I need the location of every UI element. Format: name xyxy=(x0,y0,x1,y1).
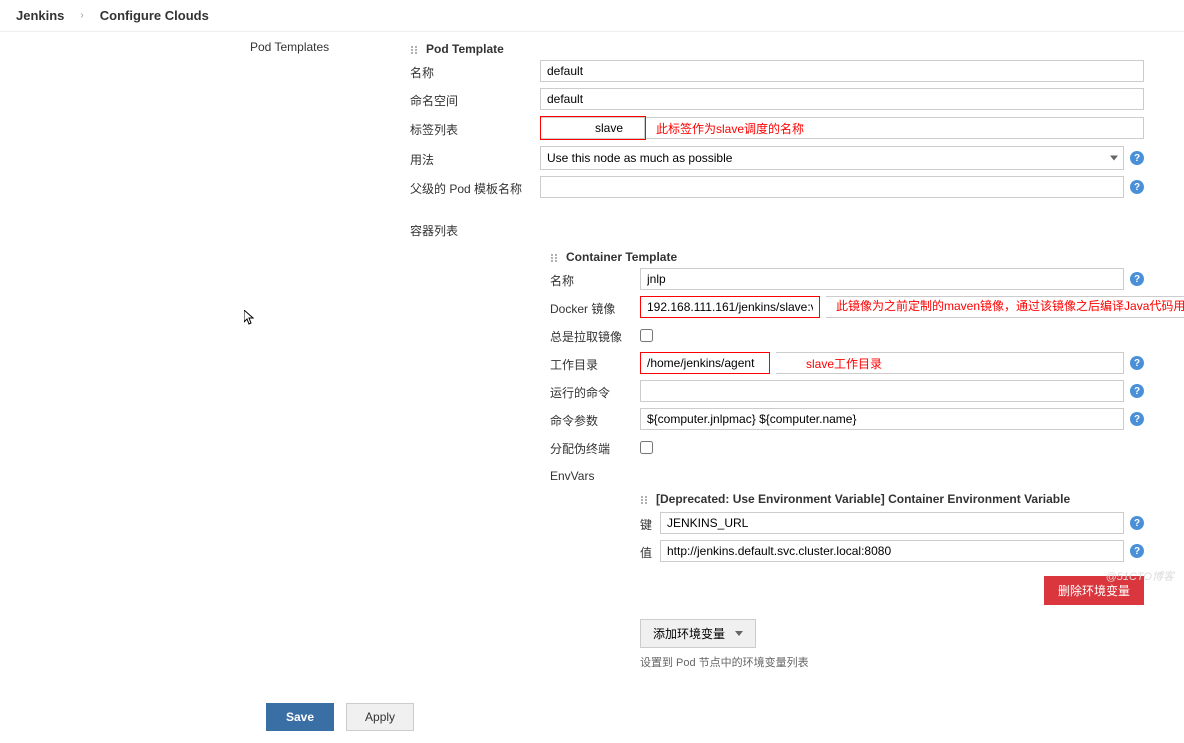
drag-icon[interactable] xyxy=(410,44,420,54)
help-icon[interactable]: ? xyxy=(1130,516,1144,530)
label-args: 命令参数 xyxy=(550,410,640,429)
envvar-key-input[interactable] xyxy=(660,512,1124,534)
help-icon[interactable]: ? xyxy=(1130,180,1144,194)
label-envvars: EnvVars xyxy=(550,467,640,483)
help-icon[interactable]: ? xyxy=(1130,544,1144,558)
cursor-icon xyxy=(244,310,256,329)
label-tty: 分配伪终端 xyxy=(550,438,640,457)
left-nav-pod-templates: Pod Templates xyxy=(250,40,329,54)
footer: Save Apply xyxy=(0,690,1184,743)
command-input[interactable] xyxy=(640,380,1124,402)
pod-name-input[interactable] xyxy=(540,60,1144,82)
breadcrumb-separator: › xyxy=(80,10,83,21)
help-icon[interactable]: ? xyxy=(1130,384,1144,398)
envvar-title: [Deprecated: Use Environment Variable] C… xyxy=(656,492,1070,506)
label-namespace: 命名空间 xyxy=(410,90,540,109)
always-pull-checkbox[interactable] xyxy=(640,329,653,342)
breadcrumb-configure-clouds[interactable]: Configure Clouds xyxy=(100,8,209,23)
help-icon[interactable]: ? xyxy=(1130,356,1144,370)
drag-icon[interactable] xyxy=(550,252,560,262)
envvar-header: [Deprecated: Use Environment Variable] C… xyxy=(640,492,1144,506)
breadcrumb-jenkins[interactable]: Jenkins xyxy=(16,8,64,23)
label-tags: 标签列表 xyxy=(410,119,540,138)
breadcrumb: Jenkins › Configure Clouds xyxy=(0,0,1184,32)
watermark: @51CTO博客 xyxy=(1106,568,1174,584)
args-input[interactable] xyxy=(640,408,1124,430)
help-icon[interactable]: ? xyxy=(1130,151,1144,165)
label-envvalue: 值 xyxy=(640,542,660,561)
pod-template-title: Pod Template xyxy=(426,42,504,56)
label-usage: 用法 xyxy=(410,149,540,168)
add-envvar-button[interactable]: 添加环境变量 xyxy=(640,619,756,648)
tags-highlight-box xyxy=(540,116,646,140)
help-icon[interactable]: ? xyxy=(1130,272,1144,286)
label-alwayspull: 总是拉取镜像 xyxy=(550,326,640,345)
label-name: 名称 xyxy=(410,62,540,81)
container-name-input[interactable] xyxy=(640,268,1124,290)
apply-button[interactable]: Apply xyxy=(346,703,414,731)
pod-parent-input[interactable] xyxy=(540,176,1124,198)
workdir-annotation: slave工作目录 xyxy=(806,355,882,372)
label-workdir: 工作目录 xyxy=(550,354,640,373)
save-button[interactable]: Save xyxy=(266,703,334,731)
help-icon[interactable]: ? xyxy=(1130,412,1144,426)
drag-icon[interactable] xyxy=(640,494,650,504)
label-docker: Docker 镜像 xyxy=(550,298,640,317)
pod-namespace-input[interactable] xyxy=(540,88,1144,110)
pod-usage-select[interactable]: Use this node as much as possible xyxy=(540,146,1124,170)
label-cname: 名称 xyxy=(550,270,640,289)
envvar-hint: 设置到 Pod 节点中的环境变量列表 xyxy=(640,654,1144,670)
workdir-input[interactable] xyxy=(640,352,770,374)
label-containers: 容器列表 xyxy=(410,220,540,239)
container-template-header: Container Template xyxy=(550,250,1144,264)
label-envkey: 键 xyxy=(640,514,660,533)
envvar-value-input[interactable] xyxy=(660,540,1124,562)
container-template-title: Container Template xyxy=(566,250,677,264)
pod-template-header: Pod Template xyxy=(410,42,1144,56)
pod-tags-input[interactable] xyxy=(589,117,645,139)
tty-checkbox[interactable] xyxy=(640,441,653,454)
tags-annotation: 此标签作为slave调度的名称 xyxy=(656,120,804,137)
label-command: 运行的命令 xyxy=(550,382,640,401)
docker-annotation: 此镜像为之前定制的maven镜像，通过该镜像之后编译Java代码用的 xyxy=(836,300,1184,313)
label-parent: 父级的 Pod 模板名称 xyxy=(410,178,540,197)
docker-image-input[interactable] xyxy=(640,296,820,318)
